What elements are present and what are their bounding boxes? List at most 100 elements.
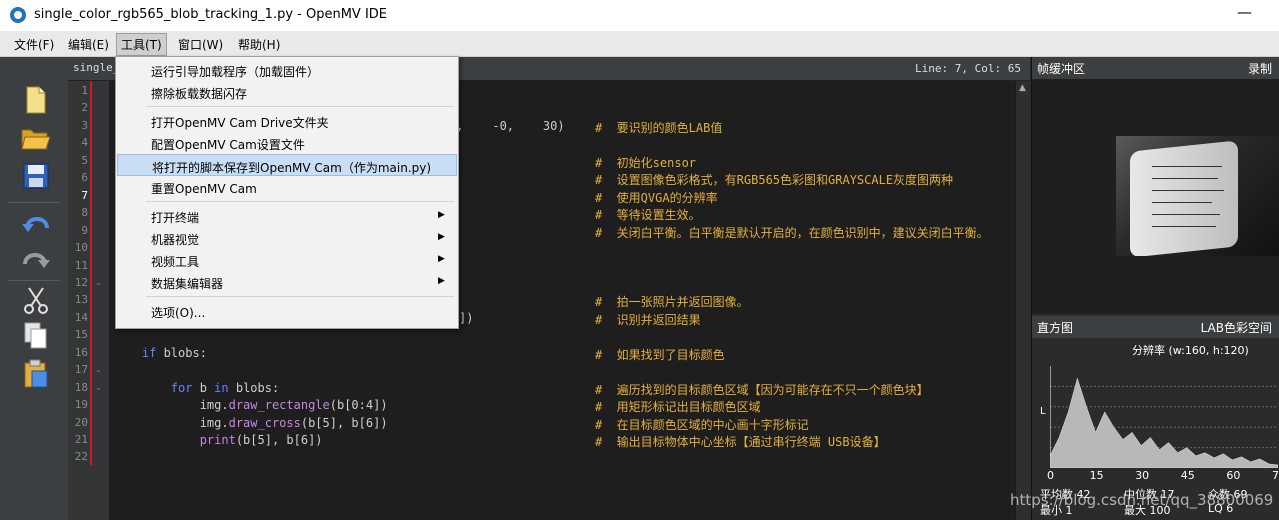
tools-menu-item[interactable]: 数据集编辑器 ▶ [117, 271, 457, 293]
code-comment: # 输出目标物体中心坐标【通过串行终端 USB设备】 [595, 435, 886, 449]
code-comment: # 识别并返回结果 [595, 312, 701, 327]
fold-toggle-icon[interactable]: ⌄ [95, 278, 102, 287]
toolbar-separator [8, 202, 60, 203]
code-line: if blobs: [141, 345, 207, 360]
openmv-app-icon [10, 7, 26, 23]
code-comment: # 如果找到了目标颜色 [595, 347, 725, 362]
line-number: 1 [81, 84, 88, 97]
undo-icon[interactable] [20, 209, 52, 239]
menu-separator [146, 296, 454, 297]
new-file-icon[interactable] [20, 85, 52, 115]
code-comment: # 遍历找到的目标颜色区域【因为可能存在不只一个颜色块】 [595, 382, 929, 397]
code-line: for b in blobs: [170, 380, 280, 395]
redo-icon[interactable] [20, 245, 52, 275]
tools-menu-item[interactable]: 机器视觉 ▶ [117, 227, 457, 249]
right-panel: 帧缓冲区 录制 直方图 LAB色彩空间 分辨率 (w:160, h:120) L… [1031, 57, 1279, 520]
menu-tools[interactable]: 工具(T) [116, 33, 167, 56]
line-number: 14 [74, 310, 88, 324]
histogram-header: 直方图 LAB色彩空间 [1032, 316, 1279, 338]
menu-window[interactable]: 窗口(W) [174, 35, 227, 54]
colorspace-selector[interactable]: LAB色彩空间 [1201, 319, 1272, 336]
line-number: 8 [81, 206, 88, 220]
tools-menu-item[interactable]: 打开OpenMV Cam Drive文件夹 [117, 110, 457, 132]
fold-toggle-icon[interactable]: ⌄ [95, 365, 102, 374]
menu-item-label: 选项(O)... [151, 306, 206, 320]
tools-menu-item[interactable]: 配置OpenMV Cam设置文件 [117, 132, 457, 154]
line-number: 2 [81, 101, 88, 115]
gutter-marker-line [90, 81, 92, 465]
window-title: single_color_rgb565_blob_tracking_1.py -… [34, 7, 388, 22]
line-number: 9 [81, 223, 88, 237]
histogram-x-tick: 15 [1089, 469, 1104, 482]
tools-menu-item[interactable]: 运行引导加载程序（加载固件） [117, 59, 457, 81]
tools-menu-item[interactable]: 将打开的脚本保存到OpenMV Cam（作为main.py) [117, 154, 457, 176]
open-folder-icon[interactable] [20, 123, 52, 153]
scroll-up-arrow-icon[interactable]: ▲ [1019, 83, 1026, 93]
copy-icon[interactable] [20, 321, 52, 351]
menu-separator [146, 201, 454, 202]
fold-toggle-icon[interactable]: ⌄ [95, 383, 102, 392]
submenu-arrow-icon: ▶ [438, 276, 445, 286]
code-line: img.draw_rectangle(b[0:4]) [113, 398, 388, 413]
code-comment: # 在目标颜色区域的中心画十字形标记 [595, 417, 809, 432]
save-icon[interactable] [20, 161, 52, 191]
editor-scrollbar[interactable]: ▲ [1015, 81, 1032, 520]
file-tab[interactable]: single_ [73, 61, 119, 74]
line-number: 5 [81, 153, 88, 167]
menu-bar: 文件(F) 编辑(E) 工具(T) 窗口(W) 帮助(H) [0, 31, 1279, 57]
tools-menu-item[interactable]: 重置OpenMV Cam [117, 176, 457, 198]
submenu-arrow-icon: ▶ [438, 254, 445, 264]
tools-menu-item[interactable]: 选项(O)... [117, 300, 457, 322]
histogram-x-tick: 45 [1180, 469, 1195, 482]
code-line: ]) [459, 310, 474, 325]
frame-buffer-view [1032, 79, 1279, 314]
menu-separator [146, 106, 454, 107]
tools-menu-item[interactable]: 打开终端 ▶ [117, 205, 457, 227]
histogram-x-tick: 0 [1047, 469, 1054, 482]
line-number: 11 [74, 258, 88, 272]
code-comment: # 用矩形标记出目标颜色区域 [595, 400, 761, 415]
code-comment: # 设置图像色彩格式，有RGB565色彩图和GRAYSCALE灰度图两种 [595, 173, 954, 188]
line-number: 12 [74, 275, 88, 289]
histogram-title: 直方图 [1037, 321, 1074, 335]
line-number: 13 [74, 293, 88, 307]
paste-icon[interactable] [20, 359, 52, 389]
cut-icon[interactable] [20, 285, 52, 315]
code-comment: # 使用QVGA的分辨率 [595, 190, 718, 205]
code-comment: # 等待设置生效。 [595, 208, 701, 223]
line-number-gutter: 1 2 3 4 5 6 7 8 9 10 11 12 13 14 15 16 17 18 19 20 21 22 ⌄ ⌄ ⌄ [68, 81, 109, 520]
tools-menu-item[interactable]: 擦除板载数据闪存 [117, 81, 457, 103]
tools-menu-item[interactable]: 视频工具 ▶ [117, 249, 457, 271]
line-number: 15 [74, 328, 88, 342]
histogram-area [1050, 377, 1278, 468]
frame-buffer-header: 帧缓冲区 录制 [1032, 57, 1279, 79]
line-number: 3 [81, 118, 88, 132]
title-bar: single_color_rgb565_blob_tracking_1.py -… [0, 0, 1279, 31]
menu-item-label: 机器视觉 [151, 233, 200, 247]
toolbar-separator [8, 280, 60, 281]
frame-buffer-title: 帧缓冲区 [1037, 62, 1086, 76]
minimize-button[interactable]: — [1237, 3, 1252, 21]
line-number: 7 [81, 188, 88, 202]
menu-item-label: 重置OpenMV Cam [151, 182, 257, 196]
menu-item-label: 擦除板载数据闪存 [151, 87, 248, 101]
line-number: 21 [74, 433, 88, 446]
menu-item-label: 视频工具 [151, 255, 200, 269]
line-number: 20 [74, 415, 88, 429]
menu-edit[interactable]: 编辑(E) [64, 35, 113, 54]
histogram-x-tick: 30 [1135, 469, 1150, 482]
menu-item-label: 打开终端 [151, 211, 200, 225]
menu-file[interactable]: 文件(F) [10, 35, 58, 54]
menu-help[interactable]: 帮助(H) [234, 35, 284, 54]
menu-item-label: 将打开的脚本保存到OpenMV Cam（作为main.py) [152, 161, 432, 175]
menu-item-label: 打开OpenMV Cam Drive文件夹 [151, 116, 329, 130]
histogram-x-tick: 60 [1226, 469, 1241, 482]
code-comment: # 初始化sensor [595, 155, 697, 170]
record-button[interactable]: 录制 [1248, 60, 1272, 77]
submenu-arrow-icon: ▶ [438, 232, 445, 242]
menu-item-label: 数据集编辑器 [151, 277, 224, 291]
watermark-text: https://blog.csdn.net/qq_38800069 [1010, 491, 1274, 509]
line-number: 22 [74, 450, 88, 464]
menu-item-label: 配置OpenMV Cam设置文件 [151, 138, 305, 152]
code-comment: # 要识别的颜色LAB值 [595, 120, 723, 135]
